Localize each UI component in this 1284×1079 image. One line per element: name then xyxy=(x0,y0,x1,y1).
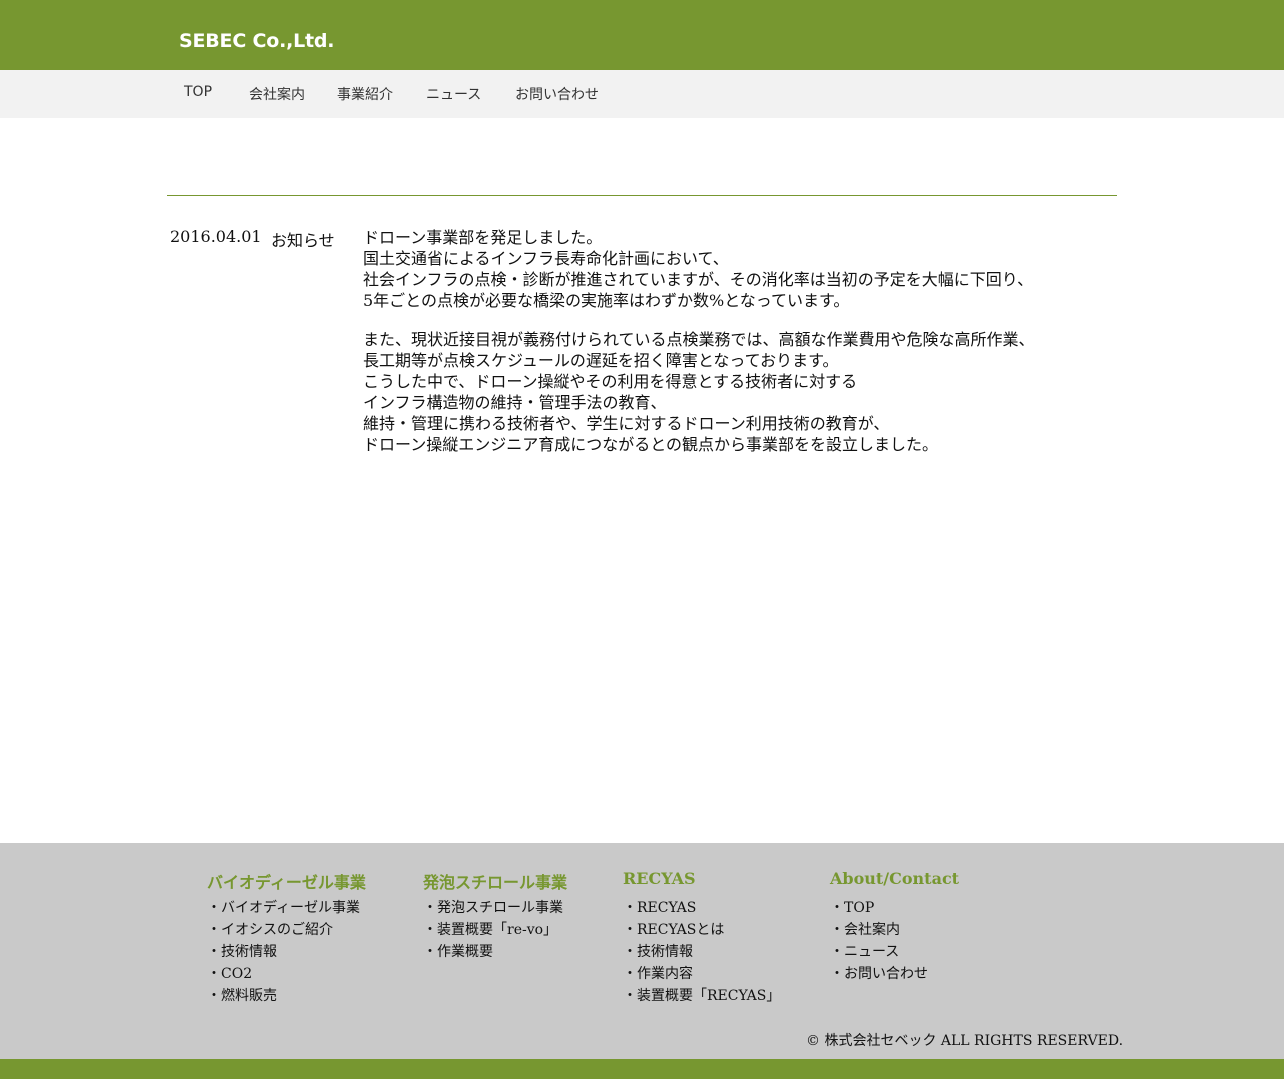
footer-link[interactable]: ・装置概要「RECYAS」 xyxy=(623,985,780,1007)
footer-link[interactable]: ・RECYAS xyxy=(623,897,780,919)
footer-heading[interactable]: RECYAS xyxy=(623,869,780,897)
site-footer: バイオディーゼル事業 ・バイオディーゼル事業 ・イオシスのご紹介 ・技術情報 ・… xyxy=(0,843,1284,1059)
footer-link[interactable]: ・装置概要「re-vo」 xyxy=(423,919,567,941)
footer-heading[interactable]: 発泡スチロール事業 xyxy=(423,869,567,897)
footer-column-about: About/Contact ・TOP ・会社案内 ・ニュース ・お問い合わせ xyxy=(830,869,959,985)
footer-heading[interactable]: About/Contact xyxy=(830,869,959,897)
footer-link[interactable]: ・作業内容 xyxy=(623,963,780,985)
content-divider xyxy=(167,195,1117,196)
news-line: 社会インフラの点検・診断が推進されていますが、その消化率は当初の予定を大幅に下回… xyxy=(363,270,1034,289)
footer-link[interactable]: ・CO2 xyxy=(207,963,366,985)
main-nav: TOP 会社案内 事業紹介 ニュース お問い合わせ xyxy=(0,70,1284,118)
footer-link[interactable]: ・発泡スチロール事業 xyxy=(423,897,567,919)
site-logo[interactable]: SEBEC Co.,Ltd. xyxy=(179,30,335,52)
footer-bar xyxy=(0,1059,1284,1079)
news-line: ドローン操縦エンジニア育成につながるとの観点から事業部をを設立しました。 xyxy=(363,435,939,454)
footer-link[interactable]: ・RECYASとは xyxy=(623,919,780,941)
nav-item-contact[interactable]: お問い合わせ xyxy=(515,84,599,104)
news-line: ドローン事業部を発足しました。 xyxy=(363,228,603,247)
news-line: 長工期等が点検スケジュールの遅延を招く障害となっております。 xyxy=(363,351,839,370)
footer-link[interactable]: ・燃料販売 xyxy=(207,985,366,1007)
footer-link[interactable]: ・ニュース xyxy=(830,941,959,963)
footer-column-recyas: RECYAS ・RECYAS ・RECYASとは ・技術情報 ・作業内容 ・装置… xyxy=(623,869,780,1007)
news-body: ドローン事業部を発足しました。 国土交通省によるインフラ長寿命化計画において、 … xyxy=(363,227,1083,473)
news-line: 国土交通省によるインフラ長寿命化計画において、 xyxy=(363,249,729,268)
footer-link[interactable]: ・作業概要 xyxy=(423,941,567,963)
footer-link[interactable]: ・会社案内 xyxy=(830,919,959,941)
footer-link[interactable]: ・イオシスのご紹介 xyxy=(207,919,366,941)
footer-link[interactable]: ・TOP xyxy=(830,897,959,919)
site-header: SEBEC Co.,Ltd. xyxy=(0,0,1284,70)
footer-link[interactable]: ・技術情報 xyxy=(623,941,780,963)
footer-link[interactable]: ・お問い合わせ xyxy=(830,963,959,985)
news-line: また、現状近接目視が義務付けられている点検業務では、高額な作業費用や危険な高所作… xyxy=(363,330,1035,349)
footer-link[interactable]: ・バイオディーゼル事業 xyxy=(207,897,366,919)
news-line: 5年ごとの点検が必要な橋梁の実施率はわずか数%となっています。 xyxy=(363,291,850,310)
footer-column-styrofoam: 発泡スチロール事業 ・発泡スチロール事業 ・装置概要「re-vo」 ・作業概要 xyxy=(423,869,567,963)
news-line: インフラ構造物の維持・管理手法の教育、 xyxy=(363,393,667,412)
nav-item-top[interactable]: TOP xyxy=(184,84,212,100)
news-category: お知らせ xyxy=(271,231,335,250)
news-line: こうした中で、ドローン操縦やその利用を得意とする技術者に対する xyxy=(363,372,858,391)
nav-item-business[interactable]: 事業紹介 xyxy=(337,84,393,104)
copyright: © 株式会社セベック ALL RIGHTS RESERVED. xyxy=(806,1033,1124,1049)
footer-column-biodiesel: バイオディーゼル事業 ・バイオディーゼル事業 ・イオシスのご紹介 ・技術情報 ・… xyxy=(207,869,366,1007)
news-paragraph: また、現状近接目視が義務付けられている点検業務では、高額な作業費用や危険な高所作… xyxy=(363,329,1083,455)
nav-item-company[interactable]: 会社案内 xyxy=(249,84,305,104)
footer-heading[interactable]: バイオディーゼル事業 xyxy=(207,869,366,897)
news-date: 2016.04.01 xyxy=(170,227,262,246)
news-line: 維持・管理に携わる技術者や、学生に対するドローン利用技術の教育が、 xyxy=(363,414,890,433)
nav-item-news[interactable]: ニュース xyxy=(426,84,481,104)
footer-link[interactable]: ・技術情報 xyxy=(207,941,366,963)
news-paragraph: ドローン事業部を発足しました。 国土交通省によるインフラ長寿命化計画において、 … xyxy=(363,227,1083,311)
